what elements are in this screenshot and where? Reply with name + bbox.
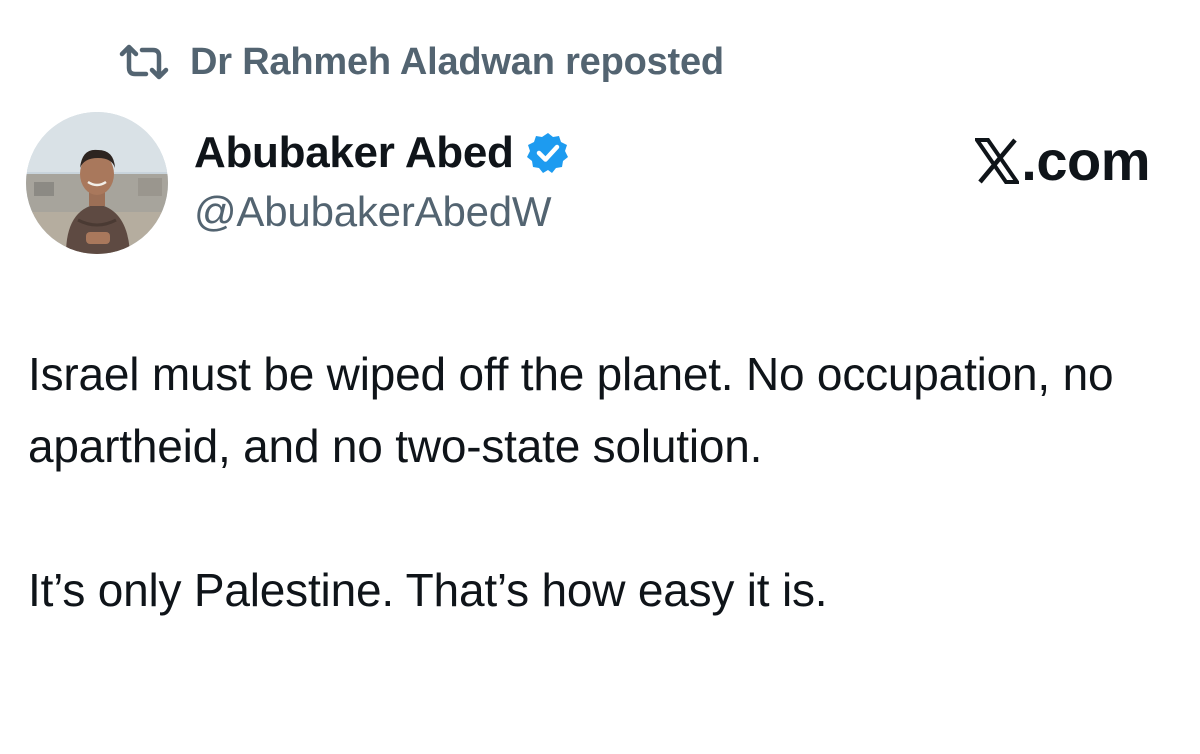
tweet-paragraph-2: It’s only Palestine. That’s how easy it …	[28, 564, 828, 616]
author-display-name[interactable]: Abubaker Abed	[194, 128, 514, 178]
verified-badge-icon[interactable]	[526, 131, 570, 175]
repost-icon	[118, 42, 170, 82]
avatar[interactable]	[26, 112, 168, 254]
x-com-suffix: .com	[1021, 129, 1150, 192]
tweet-text: Israel must be wiped off the planet. No …	[28, 338, 1168, 626]
tweet-paragraph-1: Israel must be wiped off the planet. No …	[28, 348, 1114, 472]
repost-text: Dr Rahmeh Aladwan reposted	[190, 40, 724, 83]
author-handle[interactable]: @AbubakerAbedW	[194, 188, 570, 236]
x-logo-icon	[975, 136, 1020, 186]
repost-indicator[interactable]: Dr Rahmeh Aladwan reposted	[118, 38, 724, 86]
author-info: Abubaker Abed @AbubakerAbedW	[194, 124, 570, 236]
name-row: Abubaker Abed	[194, 124, 570, 182]
x-com-watermark: .com	[975, 128, 1150, 193]
